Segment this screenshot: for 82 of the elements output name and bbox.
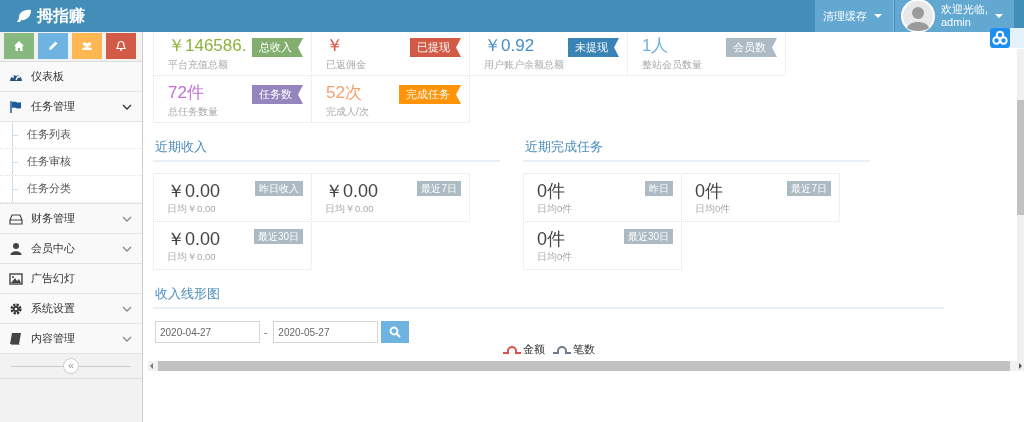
period-badge: 最近30日 — [623, 229, 673, 244]
sidebar-item[interactable]: 会员中心 — [0, 234, 142, 264]
summary-value: ￥0.00 — [167, 180, 221, 202]
horizontal-scrollbar[interactable] — [148, 361, 1024, 371]
ribbon-badge: 已提现 — [410, 38, 461, 57]
shortcut-button[interactable] — [106, 33, 136, 59]
greeting-text: 欢迎光临, — [940, 3, 988, 16]
shortcut-button[interactable] — [72, 33, 102, 59]
sidebar-item[interactable]: 任务管理 — [0, 92, 142, 122]
summary-average: 日均￥0.00 — [167, 250, 217, 263]
period-badge: 最近7日 — [787, 181, 831, 196]
summary-value: ￥0.00 — [167, 228, 221, 250]
right-arrow-icon[interactable] — [1016, 361, 1024, 371]
sidebar-item[interactable]: 系统设置 — [0, 294, 142, 324]
sidebar-item[interactable]: 内容管理 — [0, 324, 142, 354]
date-field[interactable]: 2020-05-27 — [273, 321, 379, 343]
period-badge: 最近30日 — [253, 229, 303, 244]
left-arrow-icon[interactable] — [148, 361, 156, 371]
stat-value: 72件 — [168, 82, 204, 104]
period-badge: 昨日 — [645, 181, 673, 196]
stat-label: 已返佣金 — [326, 58, 367, 71]
flag-icon — [9, 99, 23, 114]
ribbon-badge: 总收入 — [252, 38, 303, 57]
bell-icon — [115, 40, 127, 52]
submenu-item[interactable]: 任务分类 — [0, 176, 142, 203]
stat-label: 完成人/次 — [326, 105, 370, 118]
home-icon — [13, 40, 25, 52]
leaf-icon — [16, 9, 32, 23]
stat-value: 1人 — [642, 35, 669, 57]
summary-value: 0件 — [537, 180, 565, 202]
user-name: admin — [940, 16, 972, 29]
stat-label: 总任务数量 — [168, 105, 219, 118]
period-badge: 最近7日 — [417, 181, 461, 196]
summary-average: 日均￥0.00 — [325, 202, 375, 215]
stat-value: 52次 — [326, 82, 362, 104]
stat-value: ￥ — [326, 35, 343, 57]
summary-average: 日均0件 — [695, 202, 732, 215]
summary-value: 0件 — [695, 180, 723, 202]
vertical-scrollbar[interactable] — [1017, 49, 1024, 361]
app-logo[interactable]: 拇指赚 — [37, 5, 85, 27]
submenu-item[interactable]: 任务审核 — [0, 149, 142, 176]
range-separator: - — [263, 326, 269, 338]
drive-icon — [9, 211, 23, 226]
pencil-icon — [47, 40, 59, 52]
stat-value: ￥146586. — [168, 35, 247, 57]
summary-value: ￥0.00 — [325, 180, 379, 202]
book-icon — [9, 331, 23, 346]
date-field[interactable]: 2020-04-27 — [155, 321, 260, 343]
caret-icon — [872, 12, 883, 20]
search-button[interactable] — [381, 321, 410, 343]
sidebar-item[interactable]: 广告幻灯 — [0, 264, 142, 294]
search-icon — [389, 326, 402, 338]
stat-label: 用户账户余额总额 — [484, 58, 565, 71]
users-icon — [81, 40, 93, 52]
legend-label: 金额 — [522, 343, 545, 355]
ribbon-badge: 会员数 — [726, 38, 777, 57]
submenu-item[interactable]: 任务列表 — [0, 122, 142, 149]
summary-average: 日均0件 — [537, 250, 574, 263]
cloud-icon[interactable] — [990, 28, 1010, 48]
ribbon-badge: 未提现 — [568, 38, 619, 57]
sidebar-item[interactable]: 仪表板 — [0, 62, 142, 92]
image-icon — [9, 271, 23, 286]
ribbon-badge: 完成任务 — [399, 85, 461, 104]
settings-icon — [9, 301, 23, 316]
section-title: 近期收入 — [153, 122, 500, 162]
summary-average: 日均￥0.00 — [167, 202, 217, 215]
stat-label: 整站会员数量 — [642, 58, 703, 71]
ribbon-badge: 任务数 — [252, 85, 303, 104]
summary-value: 0件 — [537, 228, 565, 250]
avatar — [900, 0, 935, 33]
stat-value: ￥0.92 — [484, 35, 535, 57]
summary-average: 日均0件 — [537, 202, 574, 215]
user-icon — [9, 241, 23, 256]
legend-label: 笔数 — [572, 343, 595, 355]
shortcut-button[interactable] — [4, 33, 34, 59]
sidebar-item[interactable]: 财务管理 — [0, 204, 142, 234]
section-title: 近期完成任务 — [523, 122, 870, 162]
caret-icon — [994, 12, 1004, 20]
stat-label: 平台充值总额 — [168, 58, 229, 71]
period-badge: 昨日收入 — [255, 181, 303, 196]
section-title: 收入线形图 — [153, 269, 944, 309]
shortcut-button[interactable] — [38, 33, 68, 59]
